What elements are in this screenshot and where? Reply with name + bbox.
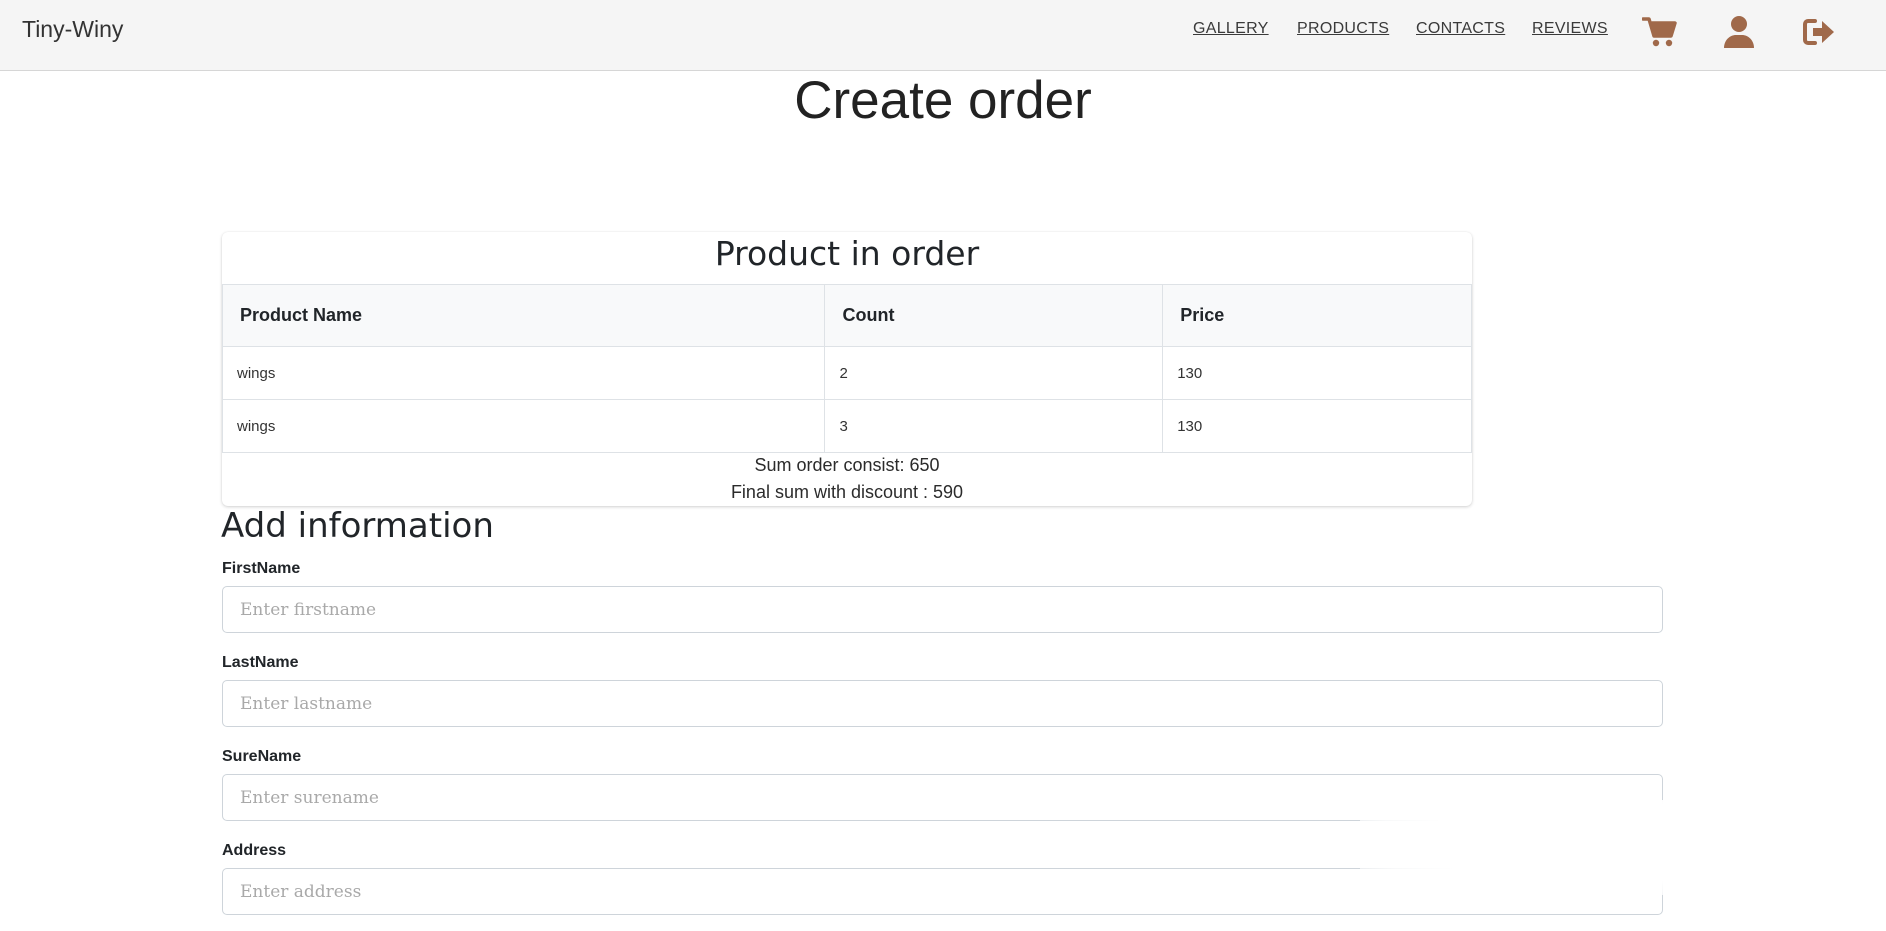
order-sum: Sum order consist: 650 [754, 455, 940, 475]
nav-reviews[interactable]: REVIEWS [1532, 20, 1608, 38]
logout-icon[interactable] [1799, 12, 1839, 52]
order-final-sum: Final sum with discount : 590 [730, 482, 964, 502]
column-header-count: Count [824, 284, 1164, 347]
page-title: Create order [794, 71, 1092, 130]
table-row: wings 3 130 [221, 399, 1472, 453]
white-overlay-artifact [1360, 800, 1830, 895]
cell-price: 130 [1162, 399, 1472, 453]
lastname-input[interactable] [222, 680, 1663, 727]
column-header-product-name: Product Name [221, 284, 826, 347]
cell-product-name: wings [221, 399, 826, 453]
cart-icon[interactable] [1640, 12, 1680, 52]
surename-label: SureName [222, 748, 302, 765]
top-navbar: Tiny-Winy GALLERY PRODUCTS CONTACTS REVI… [0, 0, 1886, 71]
cell-count: 2 [824, 346, 1164, 400]
nav-gallery[interactable]: GALLERY [1193, 20, 1269, 38]
order-card-title: Product in order [714, 234, 980, 273]
order-table: Product Name Count Price wings 2 130 win… [221, 284, 1472, 453]
cell-price: 130 [1162, 346, 1472, 400]
address-label: Address [222, 842, 287, 859]
nav-products[interactable]: PRODUCTS [1297, 20, 1389, 38]
nav-contacts[interactable]: CONTACTS [1416, 20, 1505, 38]
user-icon[interactable] [1719, 12, 1759, 52]
cell-product-name: wings [221, 346, 826, 400]
add-information-title: Add information [221, 506, 494, 546]
table-row: wings 2 130 [221, 346, 1472, 400]
firstname-input[interactable] [222, 586, 1663, 633]
column-header-price: Price [1162, 284, 1472, 347]
firstname-label: FirstName [222, 560, 301, 577]
brand-link[interactable]: Tiny-Winy [22, 16, 123, 43]
lastname-label: LastName [222, 654, 299, 671]
table-header-row: Product Name Count Price [221, 284, 1472, 347]
cell-count: 3 [824, 399, 1164, 453]
order-card: Product in order Product Name Count Pric… [221, 232, 1472, 506]
